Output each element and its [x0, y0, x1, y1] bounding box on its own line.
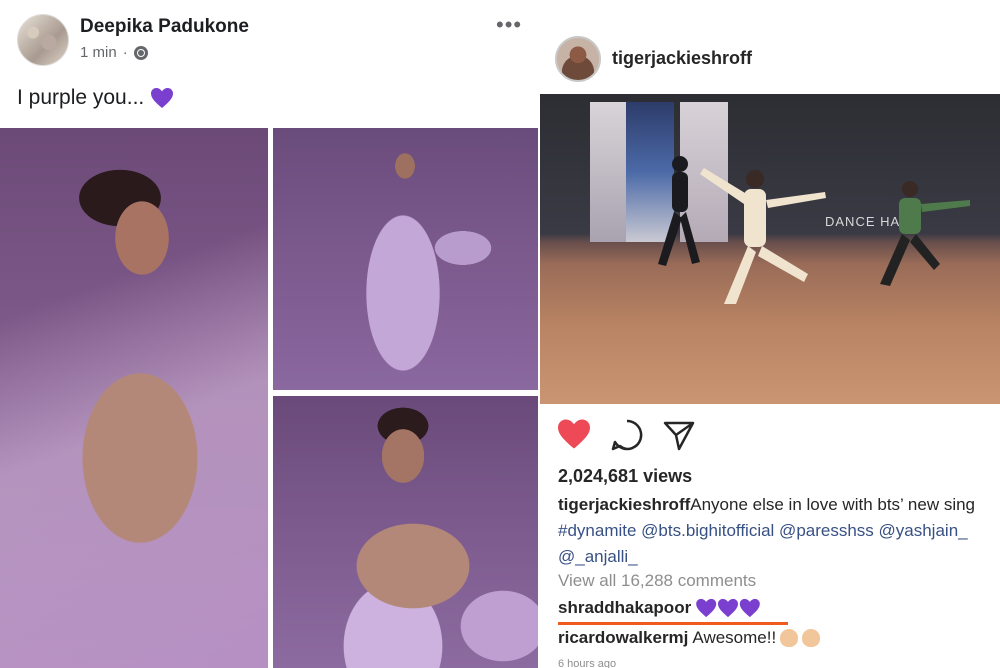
heart-filled-icon — [558, 419, 590, 449]
comment-button[interactable] — [610, 418, 644, 457]
caption-text: Anyone else in love with bts’ new sing — [690, 495, 976, 514]
facebook-post: Deepika Padukone 1 min · ••• I purple yo… — [0, 0, 540, 668]
post-photo-3[interactable] — [273, 396, 540, 668]
post-text: I purple you... — [17, 86, 145, 109]
clapping-hands-icon — [802, 629, 821, 647]
view-count: 2,024,681 views — [558, 466, 693, 486]
purple-heart-icon — [151, 88, 174, 108]
post-photo-2[interactable] — [273, 128, 540, 390]
instagram-post: tigerjackieshroff DANCE HALL 2,024,681 v… — [540, 0, 1000, 668]
caption: tigerjackieshroffAnyone else in love wit… — [558, 492, 1000, 570]
clapping-hands-icon — [780, 629, 799, 647]
purple-hearts-icon — [696, 598, 761, 618]
separator: · — [122, 44, 128, 61]
caption-user[interactable]: tigerjackieshroff — [558, 495, 690, 514]
more-options-button[interactable]: ••• — [496, 12, 522, 38]
video-player[interactable]: DANCE HALL — [540, 94, 1000, 404]
caption-tags-line-2[interactable]: @_anjalli_ — [558, 547, 638, 566]
comment-text: Awesome!! — [692, 628, 777, 647]
dancers — [658, 156, 970, 304]
view-all-comments-link[interactable]: View all 16,288 comments — [558, 571, 756, 591]
comment-row: ricardowalkermj Awesome!! — [558, 628, 821, 648]
comment-user[interactable]: ricardowalkermj — [558, 628, 688, 648]
author-avatar[interactable] — [17, 14, 69, 66]
author-name[interactable]: Deepika Padukone — [80, 16, 249, 38]
user-avatar[interactable] — [555, 36, 601, 82]
post-timestamp: 6 hours ago — [558, 658, 617, 668]
globe-icon — [133, 45, 148, 60]
like-button[interactable] — [556, 418, 592, 455]
username[interactable]: tigerjackieshroff — [612, 48, 752, 69]
comment-icon — [611, 419, 643, 451]
highlight-underline — [558, 622, 788, 625]
post-photo-1[interactable] — [0, 128, 268, 668]
post-text-row: I purple you... — [17, 86, 174, 110]
share-button[interactable] — [662, 418, 696, 457]
paper-plane-icon — [663, 421, 695, 451]
caption-tags-line-1[interactable]: #dynamite @bts.bighitofficial @paresshss… — [558, 521, 968, 540]
comment-user[interactable]: shraddhakapoor — [558, 598, 691, 618]
post-meta: 1 min · — [80, 44, 148, 61]
post-time[interactable]: 1 min — [80, 44, 117, 61]
comment-row: shraddhakapoor — [558, 598, 761, 618]
